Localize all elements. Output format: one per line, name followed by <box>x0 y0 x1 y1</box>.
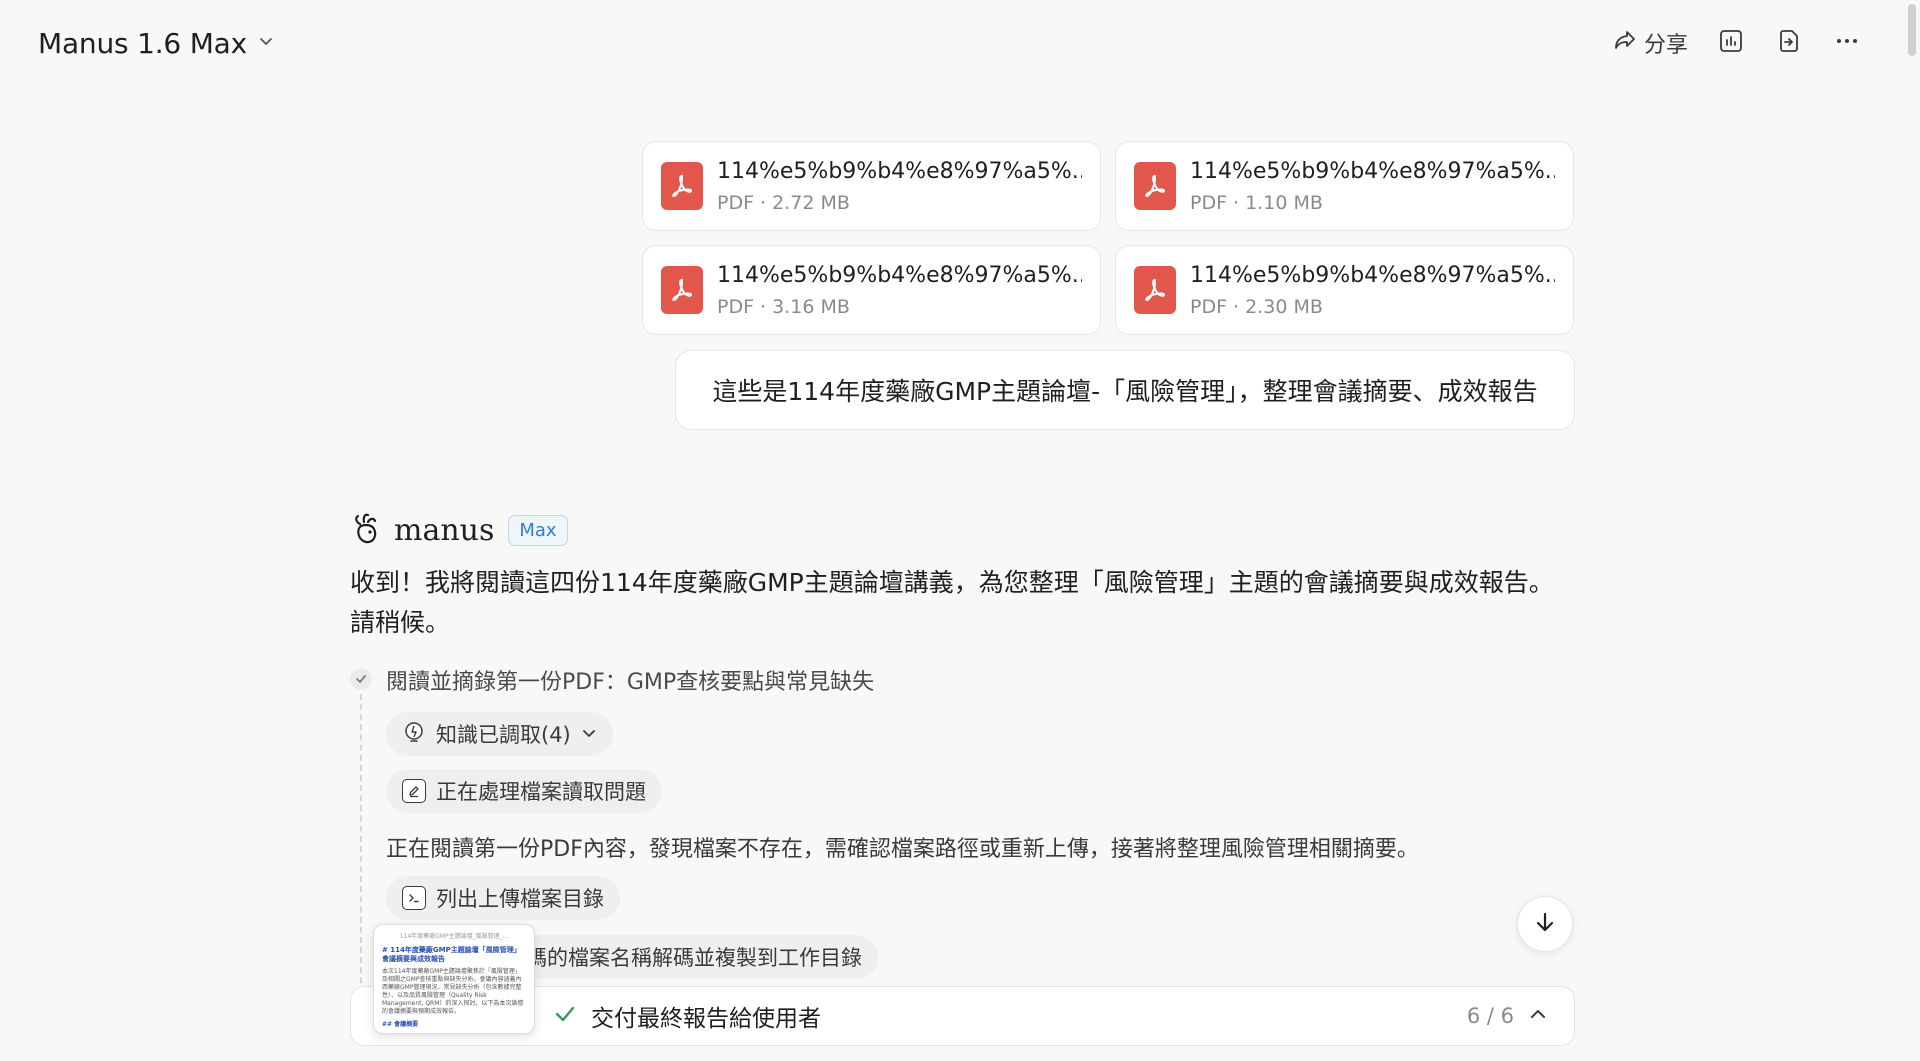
share-button[interactable]: 分享 <box>1612 27 1688 59</box>
thumbnail-body: 本次114年度藥廠GMP主題論壇聚焦於「風險管理」及相關之GMP查核重點與缺失分… <box>382 968 524 1015</box>
plan-badge: Max <box>508 514 568 546</box>
export-button[interactable] <box>1774 28 1804 58</box>
model-name: Manus 1.6 Max <box>38 26 248 60</box>
header-actions: 分享 <box>1612 27 1862 59</box>
file-card[interactable]: 114%e5%b9%b4%e8%97%a5%... PDF · 2.30 MB <box>1115 245 1574 335</box>
thumbnail-filename: 114年度藥廠GMP主題論壇_風險管理_... <box>399 933 509 940</box>
knowledge-chip[interactable]: 知識已調取(4) <box>386 712 613 756</box>
file-text: 114%e5%b9%b4%e8%97%a5%... PDF · 2.30 MB <box>1190 263 1555 318</box>
file-meta: PDF · 2.72 MB <box>717 191 850 214</box>
task-progress: 6 / 6 <box>1466 1004 1514 1028</box>
pdf-icon <box>661 162 703 210</box>
attached-files: 114%e5%b9%b4%e8%97%a5%... PDF · 2.72 MB … <box>642 141 1575 335</box>
export-icon <box>1776 28 1802 58</box>
more-button[interactable] <box>1832 28 1862 58</box>
action-label: 碼的檔案名稱解碼並複製到工作目錄 <box>526 946 862 970</box>
more-icon <box>1834 28 1860 58</box>
file-meta: PDF · 1.10 MB <box>1190 191 1323 214</box>
chevron-down-icon <box>581 722 597 746</box>
document-preview-thumbnail[interactable]: 114年度藥廠GMP主題論壇_風險管理_... # 114年度藥廠GMP主題論壇… <box>373 924 535 1034</box>
scrollbar-thumb[interactable] <box>1908 4 1916 56</box>
agent-name: manus <box>394 512 495 548</box>
chevron-down-icon <box>257 32 275 54</box>
chevron-up-icon[interactable] <box>1528 1004 1548 1028</box>
dashboard-button[interactable] <box>1716 28 1746 58</box>
share-label: 分享 <box>1643 33 1688 58</box>
file-text: 114%e5%b9%b4%e8%97%a5%... PDF · 1.10 MB <box>1190 159 1555 214</box>
action-chip[interactable]: 正在處理檔案讀取問題 <box>386 769 662 813</box>
arrow-down-icon <box>1533 910 1557 938</box>
timeline-line <box>360 694 362 1034</box>
file-name: 114%e5%b9%b4%e8%97%a5%... <box>717 158 1082 184</box>
status-text: 正在閱讀第一份PDF內容，發現檔案不存在，需確認檔案路徑或重新上傳，接著將整理風… <box>386 837 1419 862</box>
step-title[interactable]: 閱讀並摘錄第一份PDF：GMP查核要點與常見缺失 <box>386 664 874 696</box>
action-chip[interactable]: 列出上傳檔案目錄 <box>386 876 620 920</box>
file-card[interactable]: 114%e5%b9%b4%e8%97%a5%... PDF · 1.10 MB <box>1115 141 1574 231</box>
file-name: 114%e5%b9%b4%e8%97%a5%... <box>1190 262 1555 288</box>
user-message: 這些是114年度藥廠GMP主題論壇-「風險管理」，整理會議摘要、成效報告 <box>675 350 1575 430</box>
pdf-icon <box>1134 162 1176 210</box>
file-name: 114%e5%b9%b4%e8%97%a5%... <box>1190 158 1555 184</box>
edit-icon <box>402 779 426 803</box>
file-meta: PDF · 2.30 MB <box>1190 295 1323 318</box>
file-text: 114%e5%b9%b4%e8%97%a5%... PDF · 3.16 MB <box>717 263 1082 318</box>
file-text: 114%e5%b9%b4%e8%97%a5%... PDF · 2.72 MB <box>717 159 1082 214</box>
pdf-icon <box>1134 266 1176 314</box>
chart-icon <box>1718 28 1744 58</box>
action-label: 正在處理檔案讀取問題 <box>436 780 646 804</box>
agent-reply: 收到！我將閱讀這四份114年度藥廠GMP主題論壇講義，為您整理「風險管理」主題的… <box>350 568 1554 637</box>
terminal-icon <box>402 886 426 910</box>
share-icon <box>1612 27 1638 59</box>
manus-logo-icon <box>350 510 382 550</box>
lightbulb-icon <box>402 720 426 749</box>
top-bar: Manus 1.6 Max 分享 <box>0 0 1900 86</box>
knowledge-label: 知識已調取(4) <box>436 723 571 747</box>
thumbnail-heading: # 114年度藥廠GMP主題論壇「風險管理」會議摘要與成效報告 <box>382 946 521 963</box>
thumbnail-subheading: ## 會議摘要 <box>382 1021 419 1028</box>
pdf-icon <box>661 266 703 314</box>
file-meta: PDF · 3.16 MB <box>717 295 850 318</box>
file-card[interactable]: 114%e5%b9%b4%e8%97%a5%... PDF · 2.72 MB <box>642 141 1101 231</box>
check-icon <box>350 668 372 690</box>
model-selector[interactable]: Manus 1.6 Max <box>38 27 275 60</box>
file-card[interactable]: 114%e5%b9%b4%e8%97%a5%... PDF · 3.16 MB <box>642 245 1101 335</box>
agent-header: manus Max <box>350 510 568 550</box>
action-label: 列出上傳檔案目錄 <box>436 887 604 911</box>
task-title: 交付最終報告給使用者 <box>591 1006 821 1032</box>
scrollbar[interactable] <box>1906 4 1918 1057</box>
chat-page: Manus 1.6 Max 分享 114%e5%b9%b4%e8%97%a5%.… <box>0 0 1920 1061</box>
file-name: 114%e5%b9%b4%e8%97%a5%... <box>717 262 1082 288</box>
check-icon <box>553 1002 577 1030</box>
scroll-to-bottom-button[interactable] <box>1517 896 1573 952</box>
